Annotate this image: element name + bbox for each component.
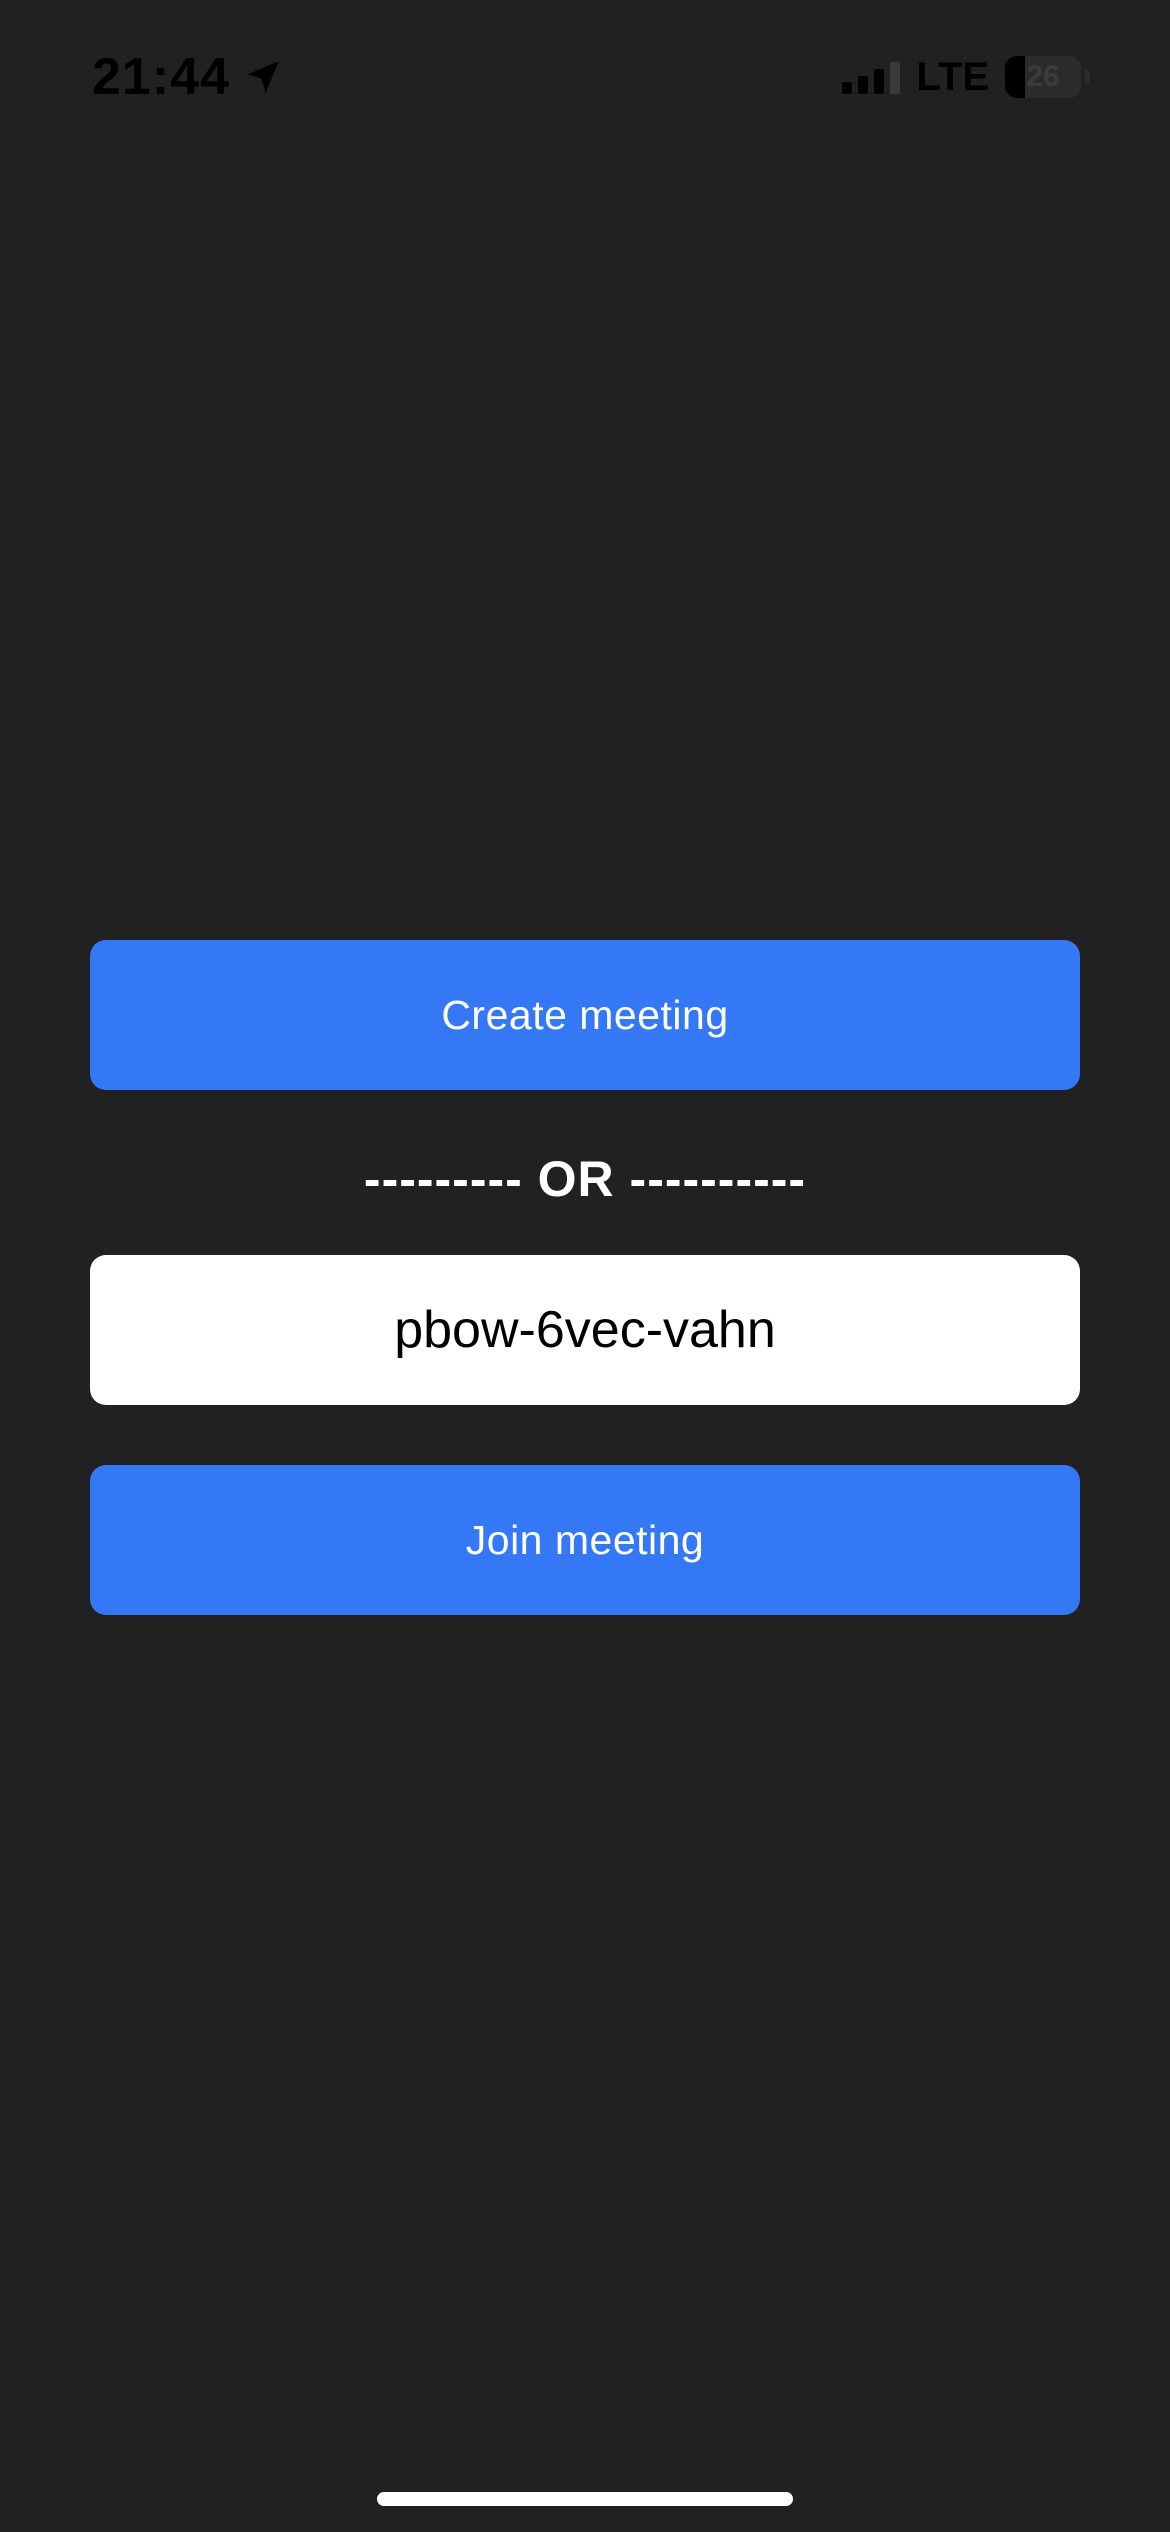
home-indicator[interactable] bbox=[377, 2492, 793, 2506]
network-type-label: LTE bbox=[916, 55, 989, 99]
cellular-signal-icon bbox=[842, 60, 901, 94]
status-bar: 21:44 LTE 26 bbox=[0, 0, 1170, 140]
status-time-group: 21:44 bbox=[92, 42, 284, 112]
battery-level: 26 bbox=[1026, 60, 1060, 93]
status-indicators: LTE 26 bbox=[842, 52, 1090, 102]
create-meeting-button[interactable]: Create meeting bbox=[90, 940, 1080, 1090]
battery-cap bbox=[1085, 70, 1090, 84]
join-meeting-button[interactable]: Join meeting bbox=[90, 1465, 1080, 1615]
battery-icon: 26 bbox=[1005, 56, 1081, 98]
meeting-code-input[interactable] bbox=[90, 1255, 1080, 1405]
or-separator: --------- OR ---------- bbox=[363, 1151, 807, 1207]
status-time: 21:44 bbox=[92, 48, 230, 106]
location-arrow-icon bbox=[247, 61, 279, 93]
